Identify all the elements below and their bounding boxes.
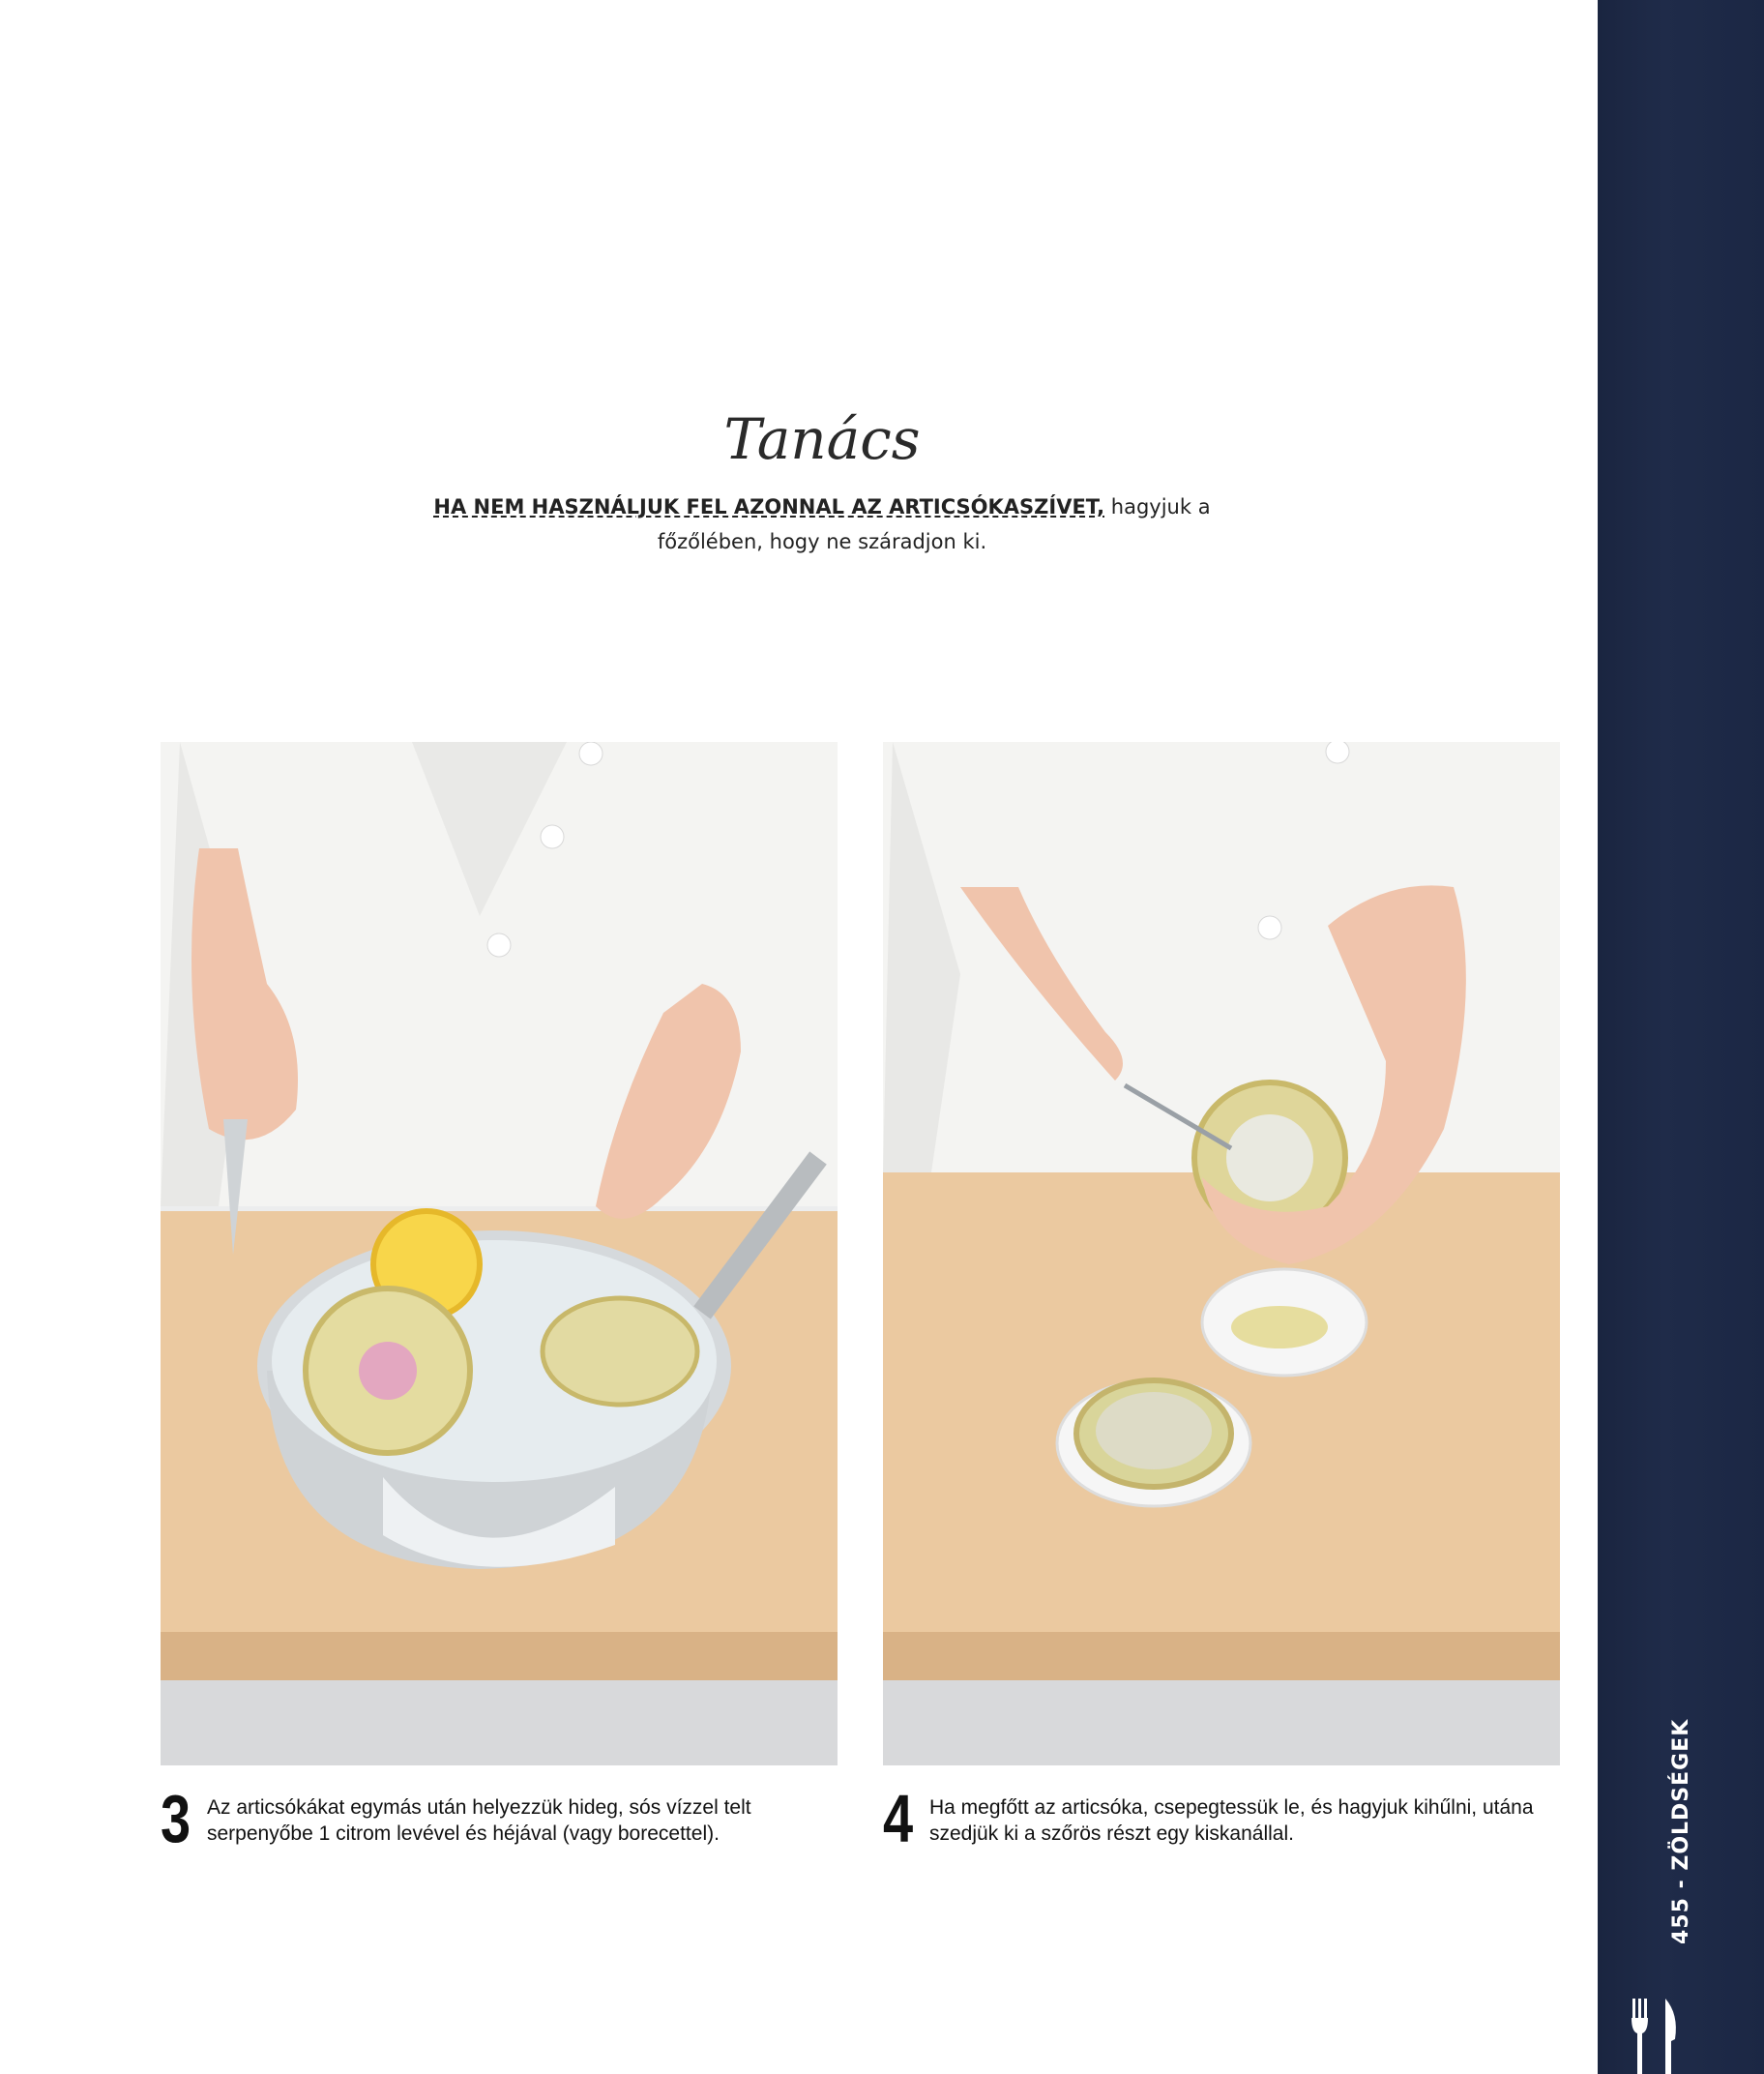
tip-text-strong: HA NEM HASZNÁLJUK FEL AZONNAL AZ ARTICSÓ… — [433, 495, 1105, 518]
cutlery-icon — [1632, 1999, 1676, 2074]
photo-artichokes-in-pan — [161, 742, 838, 1765]
photo-scooping-artichoke — [883, 742, 1560, 1765]
step-number: 3 — [161, 1781, 191, 1856]
step-text: Az articsókákat egymás után helyezzük hi… — [207, 1796, 751, 1845]
page-number-chapter-label: 455 - ZÖLDSÉGEK — [1669, 1718, 1693, 1944]
tip-text: HA NEM HASZNÁLJUK FEL AZONNAL AZ ARTICSÓ… — [426, 489, 1219, 559]
step-text: Ha megfőtt az articsóka, csepegtessük le… — [929, 1796, 1534, 1845]
cookbook-page: Tanács HA NEM HASZNÁLJUK FEL AZONNAL AZ … — [0, 0, 1764, 2074]
step-number: 4 — [883, 1781, 914, 1856]
tip-title: Tanács — [723, 406, 921, 472]
